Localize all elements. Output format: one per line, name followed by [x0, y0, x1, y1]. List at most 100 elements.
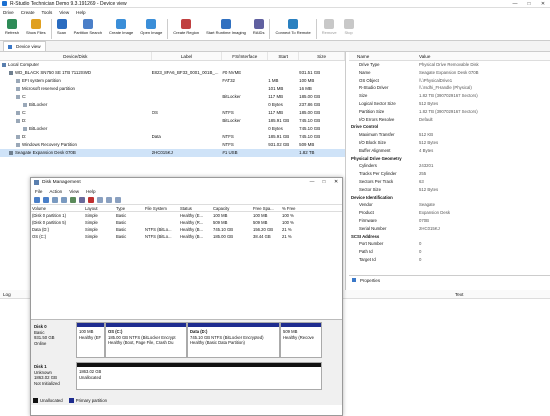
col-value[interactable]: Value: [419, 52, 550, 60]
property-row[interactable]: Sector Size 512 Bytes: [349, 186, 550, 194]
toolbar-button[interactable]: Show Files: [24, 17, 48, 35]
property-row[interactable]: Sectors Per Track 63: [349, 178, 550, 186]
device-row[interactable]: D: BitLocker 185.91 GB 745.10 GB: [0, 117, 345, 125]
device-row[interactable]: EFI system partition FAT32 1 MB 100 MB: [0, 77, 345, 85]
property-row[interactable]: Partition Size 1.82 TB (3907029167 Sector…: [349, 108, 550, 116]
dm-maximize-button[interactable]: □: [318, 180, 330, 185]
property-row[interactable]: I/O Block Size 512 Bytes: [349, 139, 550, 147]
volume-row[interactable]: (Disk 0 partition 5) Simple Basic Healthy (…: [31, 219, 342, 226]
property-row[interactable]: R-Studio Driver \\.\rsdhi_FHandle (Physic…: [349, 84, 550, 92]
menu-drive[interactable]: Drive: [3, 10, 14, 15]
col-volume[interactable]: Volume: [31, 205, 84, 211]
toolbar-button[interactable]: Refresh: [3, 17, 21, 35]
disk0-partition-efi[interactable]: 100 MB Healthy (EF: [76, 322, 105, 358]
property-row[interactable]: I/O Errors Resolve Default: [349, 116, 550, 124]
property-row[interactable]: Vendor Seagate: [349, 201, 550, 209]
explore-icon[interactable]: [115, 196, 121, 203]
dm-menu-help[interactable]: Help: [86, 189, 95, 194]
forward-icon[interactable]: [43, 196, 49, 203]
tab-device-view[interactable]: Device view: [3, 41, 46, 51]
check-icon[interactable]: [97, 196, 103, 203]
back-icon[interactable]: [34, 196, 40, 203]
property-row[interactable]: Serial Number 2HC015KJ: [349, 225, 550, 233]
col-layout[interactable]: Layout: [84, 205, 115, 211]
col-label[interactable]: Label: [152, 52, 223, 60]
property-section[interactable]: SCSI Address: [349, 233, 550, 241]
col-log[interactable]: Log: [3, 290, 11, 299]
device-row[interactable]: BitLocker 0 Bytes 745.10 GB: [0, 125, 345, 133]
col-free-space[interactable]: Free Spa...: [252, 205, 281, 211]
dm-menu-view[interactable]: View: [69, 189, 79, 194]
property-row[interactable]: Buffer Alignment 4 Bytes: [349, 147, 550, 155]
col-name[interactable]: Name: [349, 52, 419, 60]
col-size[interactable]: Size: [299, 52, 346, 60]
disk1-unallocated[interactable]: 1863.02 GB Unallocated: [76, 362, 322, 390]
property-row[interactable]: Port Number 0: [349, 240, 550, 248]
menu-create[interactable]: Create: [21, 10, 35, 15]
list-icon[interactable]: [79, 196, 85, 203]
col-capacity[interactable]: Capacity: [212, 205, 252, 211]
property-row[interactable]: Size 1.82 TB (3907029167 Sectors): [349, 92, 550, 100]
property-row[interactable]: Tracks Per Cylinder 255: [349, 170, 550, 178]
dm-minimize-button[interactable]: —: [306, 180, 318, 185]
toolbar-button[interactable]: Remove: [320, 17, 339, 35]
minimize-button[interactable]: —: [508, 1, 522, 7]
device-row[interactable]: BitLocker 0 Bytes 237.86 GB: [0, 101, 345, 109]
properties-icon[interactable]: [61, 196, 67, 203]
menu-view[interactable]: View: [59, 10, 69, 15]
property-section[interactable]: Device Identification: [349, 194, 550, 202]
property-row[interactable]: Drive Type Physical Drive Removable Disk: [349, 61, 550, 69]
device-row[interactable]: D: Data NTFS 185.91 GB 745.10 GB: [0, 133, 345, 141]
col-percent-free[interactable]: % Free: [281, 205, 309, 211]
property-row[interactable]: Logical Sector Size 512 Bytes: [349, 100, 550, 108]
disk0-partition-data[interactable]: Data (D:) 745.10 GB NTFS (BitLocker Encr…: [187, 322, 280, 358]
menu-help[interactable]: Help: [76, 10, 85, 15]
property-row[interactable]: OS Object \\.\PhysicalDrive1: [349, 77, 550, 85]
col-file-system[interactable]: File System: [144, 205, 179, 211]
property-row[interactable]: Name Seagate Expansion Desk 070B: [349, 69, 550, 77]
device-row[interactable]: C: BitLocker 117 MB 185.00 GB: [0, 93, 345, 101]
device-row[interactable]: Seagate Expansion Desk 070B 2HC015KJ #1 US…: [0, 149, 345, 157]
disk1-label[interactable]: Disk 1 Unknown 1863.02 GB Not Initialize…: [34, 364, 74, 386]
disk0-label[interactable]: Disk 0 Basic 931.50 GB Online: [34, 324, 74, 346]
col-type[interactable]: Type: [115, 205, 144, 211]
col-status[interactable]: Status: [179, 205, 212, 211]
disk0-partition-os[interactable]: OS (C:) 185.00 GB NTFS (BitLocker Encryp…: [105, 322, 187, 358]
col-device-disk[interactable]: Device/Disk: [0, 52, 152, 60]
dm-menu-file[interactable]: File: [35, 189, 42, 194]
property-section[interactable]: Drive Control: [349, 123, 550, 131]
device-row[interactable]: Windows Recovery Partition NTFS 931.02 GB 5…: [0, 141, 345, 149]
property-section[interactable]: Physical Drive Geometry: [349, 155, 550, 163]
volume-row[interactable]: Data (D:) Simple Basic NTFS (BitLo... Health…: [31, 226, 342, 233]
help-icon[interactable]: [70, 196, 76, 203]
maximize-button[interactable]: □: [522, 1, 536, 7]
col-start[interactable]: Start: [268, 52, 300, 60]
col-text[interactable]: Text: [455, 290, 463, 299]
open-icon[interactable]: [106, 196, 112, 203]
property-row[interactable]: Product Expansion Desk: [349, 209, 550, 217]
volume-row[interactable]: (Disk 0 partition 1) Simple Basic Healthy (…: [31, 212, 342, 219]
device-row[interactable]: Microsoft reserved partition 101 MB 16 MB: [0, 85, 345, 93]
property-row[interactable]: Maximum Transfer 512 KB: [349, 131, 550, 139]
toolbar-button[interactable]: Scan: [55, 17, 69, 35]
toolbar-button[interactable]: Start Runtime Imaging: [204, 17, 248, 35]
toolbar-button[interactable]: Connect To Remote: [273, 17, 312, 35]
toolbar-button[interactable]: Partition Search: [72, 17, 104, 35]
delete-icon[interactable]: [88, 196, 94, 203]
volume-row[interactable]: OS (C:) Simple Basic NTFS (BitLo... Healthy …: [31, 233, 342, 240]
device-row[interactable]: WD_BLACK SN750 SE 1TB 7112SWD E823_8FA6_B…: [0, 69, 345, 77]
property-row[interactable]: Target Id 0: [349, 256, 550, 264]
up-icon[interactable]: [52, 196, 58, 203]
tab-properties[interactable]: Properties: [349, 278, 383, 283]
property-row[interactable]: Cylinders 243201: [349, 162, 550, 170]
property-row[interactable]: Firmware 070B: [349, 217, 550, 225]
toolbar-button[interactable]: Stop: [342, 17, 356, 35]
toolbar-button[interactable]: Create Region: [171, 17, 201, 35]
disk0-partition-recovery[interactable]: 509 MB Healthy (Recove: [280, 322, 322, 358]
device-row[interactable]: C: OS NTFS 117 MB 185.00 GB: [0, 109, 345, 117]
toolbar-button[interactable]: RAIDs: [251, 17, 267, 35]
toolbar-button[interactable]: Create Image: [107, 17, 135, 35]
dm-close-button[interactable]: ✕: [330, 180, 342, 185]
col-fs-interface[interactable]: FS/Interface: [222, 52, 269, 60]
menu-tools[interactable]: Tools: [42, 10, 53, 15]
